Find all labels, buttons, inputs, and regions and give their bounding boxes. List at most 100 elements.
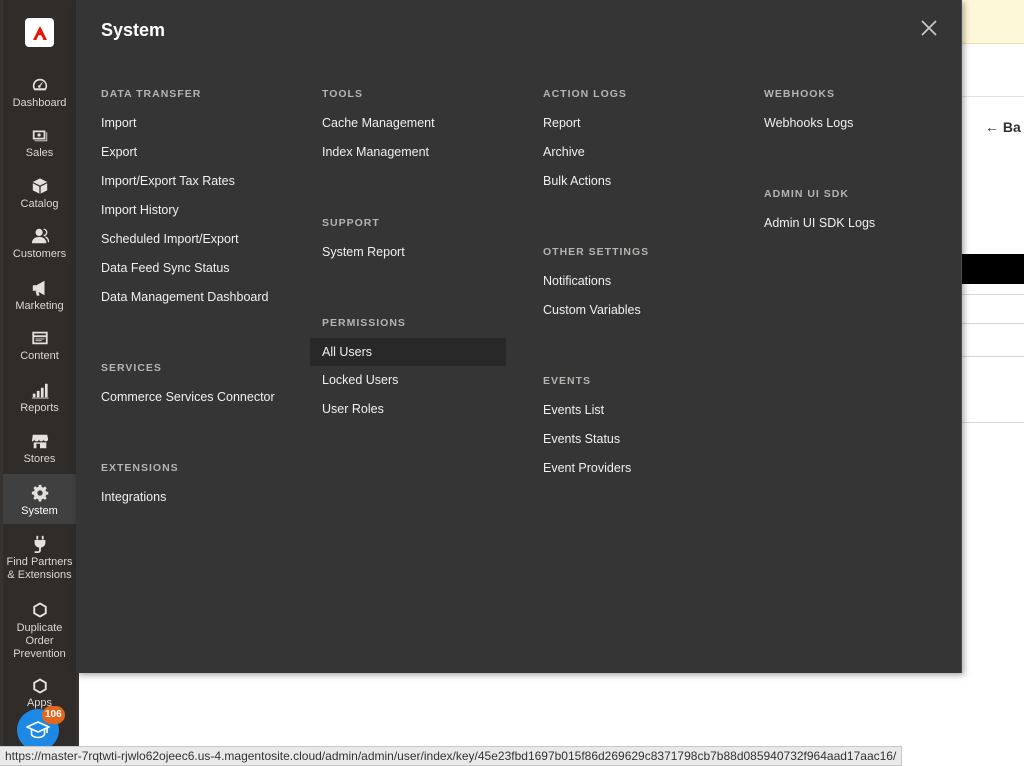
- menu-item-archive[interactable]: Archive: [543, 145, 627, 174]
- nav-item-sales[interactable]: Sales: [3, 125, 76, 161]
- nav-item-label: Sales: [25, 147, 54, 159]
- table-header-bar: [962, 254, 1024, 284]
- menu-item-all-users[interactable]: All Users: [310, 338, 506, 366]
- nav-item-stores[interactable]: Stores: [3, 431, 76, 467]
- menu-item-index-management[interactable]: Index Management: [322, 145, 435, 174]
- arrow-left-icon: ←: [985, 119, 999, 135]
- admin-sidebar: Dashboard Sales Catalog Customers Market…: [0, 0, 79, 766]
- hexagon-icon: [30, 600, 50, 620]
- menu-item-import-export-tax-rates[interactable]: Import/Export Tax Rates: [101, 174, 268, 203]
- nav-item-customers[interactable]: Customers: [3, 226, 76, 262]
- notification-count-badge: 106: [42, 706, 65, 724]
- menu-item-system-report[interactable]: System Report: [322, 245, 405, 274]
- nav-item-label: Duplicate Order Prevention: [13, 622, 66, 660]
- nav-item-dashboard[interactable]: Dashboard: [3, 75, 76, 111]
- gear-icon: [30, 483, 50, 503]
- menu-item-event-providers[interactable]: Event Providers: [543, 461, 631, 490]
- group-title: Data Transfer: [101, 88, 202, 100]
- marketing-icon: [30, 278, 50, 298]
- panel-title: System: [101, 20, 166, 40]
- group-title: Services: [101, 362, 162, 374]
- nav-item-system[interactable]: System: [3, 474, 76, 524]
- group-title: Events: [543, 375, 592, 387]
- menu-item-events-list[interactable]: Events List: [543, 403, 631, 432]
- content-icon: [30, 328, 50, 348]
- group-title: Action Logs: [543, 88, 627, 100]
- group-title: Webhooks: [764, 88, 835, 100]
- group-title: Extensions: [101, 462, 179, 474]
- menu-item-events-status[interactable]: Events Status: [543, 432, 631, 461]
- menu-item-user-roles[interactable]: User Roles: [322, 402, 506, 431]
- menu-item-notifications[interactable]: Notifications: [543, 274, 649, 303]
- group-tools: Tools Cache Management Index Management: [322, 88, 435, 174]
- nav-item-find-partners[interactable]: Find Partners & Extensions: [3, 534, 76, 582]
- group-title: Permissions: [322, 317, 406, 329]
- adobe-logo[interactable]: [25, 18, 54, 47]
- group-title: Admin UI SDK: [764, 188, 849, 200]
- group-title: Support: [322, 217, 380, 229]
- nav-item-label: Customers: [12, 248, 67, 260]
- system-menu-panel: System Data Transfer Import Export Impor…: [76, 0, 962, 673]
- menu-item-custom-variables[interactable]: Custom Variables: [543, 303, 649, 332]
- menu-item-integrations[interactable]: Integrations: [101, 490, 179, 519]
- menu-item-report[interactable]: Report: [543, 116, 627, 145]
- group-services: Services Commerce Services Connector: [101, 362, 275, 419]
- dashboard-icon: [30, 75, 50, 95]
- group-webhooks: Webhooks Webhooks Logs: [764, 88, 853, 145]
- nav-item-label: Catalog: [20, 198, 59, 210]
- divider: [962, 422, 1024, 423]
- notice-bar: [962, 0, 1024, 44]
- nav-item-catalog[interactable]: Catalog: [3, 176, 76, 212]
- nav-item-label: Dashboard: [12, 97, 67, 109]
- nav-item-content[interactable]: Content: [3, 328, 76, 364]
- group-admin-ui-sdk: Admin UI SDK Admin UI SDK Logs: [764, 188, 875, 245]
- divider: [962, 356, 1024, 357]
- back-button-label: Ba: [1002, 119, 1021, 135]
- group-events: Events Events List Events Status Event P…: [543, 375, 631, 490]
- group-title: Tools: [322, 88, 363, 100]
- adobe-logo-icon: [32, 25, 47, 40]
- plug-icon: [30, 534, 50, 554]
- sales-icon: [30, 125, 50, 145]
- nav-item-duplicate-order-prevention[interactable]: Duplicate Order Prevention: [3, 600, 76, 662]
- menu-item-locked-users[interactable]: Locked Users: [322, 373, 506, 402]
- menu-item-webhooks-logs[interactable]: Webhooks Logs: [764, 116, 853, 145]
- group-action-logs: Action Logs Report Archive Bulk Actions: [543, 88, 627, 203]
- catalog-icon: [30, 176, 50, 196]
- menu-item-export[interactable]: Export: [101, 145, 268, 174]
- group-extensions: Extensions Integrations: [101, 462, 179, 519]
- close-button[interactable]: [919, 18, 939, 38]
- menu-item-bulk-actions[interactable]: Bulk Actions: [543, 174, 627, 203]
- reports-icon: [30, 380, 50, 400]
- nav-item-label: Reports: [20, 402, 59, 414]
- nav-item-label: Find Partners & Extensions: [6, 556, 73, 581]
- menu-item-import-history[interactable]: Import History: [101, 203, 268, 232]
- nav-item-label: System: [21, 505, 58, 517]
- menu-item-commerce-services-connector[interactable]: Commerce Services Connector: [101, 390, 275, 419]
- menu-item-admin-ui-sdk-logs[interactable]: Admin UI SDK Logs: [764, 216, 875, 245]
- divider: [962, 294, 1024, 295]
- page-header-area: [962, 44, 1024, 96]
- nav-item-marketing[interactable]: Marketing: [3, 278, 76, 314]
- status-bar-url: https://master-7rqtwti-rjwlo62ojeec6.us-…: [0, 746, 903, 766]
- customers-icon: [30, 226, 50, 246]
- menu-item-cache-management[interactable]: Cache Management: [322, 116, 435, 145]
- group-other-settings: Other Settings Notifications Custom Vari…: [543, 246, 649, 332]
- group-data-transfer: Data Transfer Import Export Import/Expor…: [101, 88, 268, 319]
- group-permissions: Permissions All Users Locked Users User …: [310, 317, 506, 431]
- nav-item-label: Content: [20, 350, 59, 362]
- nav-item-label: Stores: [23, 453, 56, 465]
- nav-item-label: Marketing: [15, 300, 64, 312]
- stores-icon: [30, 431, 50, 451]
- hexagon-icon: [30, 676, 50, 695]
- menu-item-import[interactable]: Import: [101, 116, 268, 145]
- nav-item-reports[interactable]: Reports: [3, 380, 76, 416]
- nav-item-apps[interactable]: Apps: [3, 676, 76, 710]
- menu-item-data-management-dashboard[interactable]: Data Management Dashboard: [101, 290, 268, 319]
- menu-item-scheduled-import-export[interactable]: Scheduled Import/Export: [101, 232, 268, 261]
- group-title: Other Settings: [543, 246, 650, 258]
- back-button[interactable]: ← Ba: [985, 119, 1021, 135]
- close-icon: [921, 20, 937, 36]
- group-support: Support System Report: [322, 217, 405, 274]
- menu-item-data-feed-sync-status[interactable]: Data Feed Sync Status: [101, 261, 268, 290]
